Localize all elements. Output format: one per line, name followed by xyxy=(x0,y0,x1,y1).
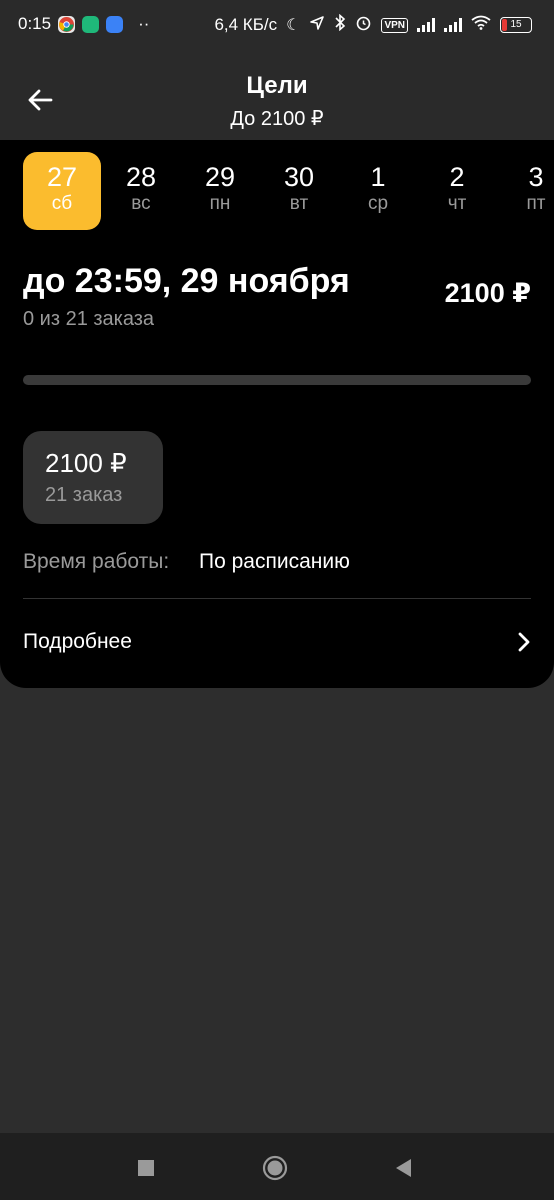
date-number: 3 xyxy=(528,162,544,192)
square-icon xyxy=(138,1160,154,1176)
triangle-back-icon xyxy=(396,1159,411,1177)
date-weekday: вт xyxy=(289,193,309,214)
date-number: 29 xyxy=(204,162,236,192)
divider xyxy=(23,598,531,599)
battery-icon: 15 xyxy=(500,17,532,33)
date-item-28[interactable]: 28 вс xyxy=(102,152,180,230)
signal-icon xyxy=(417,18,435,32)
date-item-1[interactable]: 1 ср xyxy=(339,152,417,230)
chevron-right-icon xyxy=(518,632,530,652)
date-number: 30 xyxy=(283,162,315,192)
network-speed: 6,4 КБ/с xyxy=(214,15,278,34)
alarm-icon xyxy=(355,14,372,36)
shield-blue-icon xyxy=(106,15,124,33)
date-weekday: сб xyxy=(51,193,73,214)
date-weekday: пт xyxy=(526,193,546,214)
goal-progress-bar xyxy=(23,375,531,385)
back-nav-button[interactable] xyxy=(388,1153,418,1183)
signal-icon-2 xyxy=(444,18,462,32)
date-item-27[interactable]: 27 сб xyxy=(23,152,101,230)
moon-icon: ☾ xyxy=(286,17,301,34)
date-number: 27 xyxy=(46,162,78,192)
date-selector: 27 сб 28 вс 29 пн 30 вт 1 ср 2 чт 3 пт xyxy=(0,140,554,240)
page-title: Цели xyxy=(246,72,308,99)
chrome-icon xyxy=(58,15,76,33)
vpn-badge: VPN xyxy=(381,17,408,33)
work-time-value: По расписанию xyxy=(199,550,350,573)
page-subtitle: До 2100 ₽ xyxy=(230,108,324,130)
location-arrow-icon xyxy=(309,15,325,36)
goal-amount: 2100 ₽ xyxy=(444,278,531,308)
goal-option-chip[interactable]: 2100 ₽ 21 заказ xyxy=(23,431,163,524)
date-weekday: ср xyxy=(367,193,389,214)
bluetooth-icon xyxy=(334,13,346,36)
system-nav-bar xyxy=(0,1133,554,1200)
date-item-30[interactable]: 30 вт xyxy=(260,152,338,230)
goal-deadline: до 23:59, 29 ноября xyxy=(23,262,350,300)
date-weekday: чт xyxy=(447,193,467,214)
chip-orders: 21 заказ xyxy=(45,484,123,506)
date-item-29[interactable]: 29 пн xyxy=(181,152,259,230)
status-time: 0:15 xyxy=(18,14,52,33)
more-notifications-icon: ·· xyxy=(138,14,150,33)
date-number: 28 xyxy=(125,162,157,192)
orders-progress-text: 0 из 21 заказа xyxy=(23,308,155,330)
wifi-icon xyxy=(471,15,491,35)
battery-level: 15 xyxy=(510,19,522,30)
home-button[interactable] xyxy=(260,1153,290,1183)
circle-icon xyxy=(262,1155,288,1181)
date-number: 2 xyxy=(449,162,465,192)
details-row[interactable]: Подробнее xyxy=(0,612,554,672)
date-weekday: пн xyxy=(209,193,231,214)
date-number: 1 xyxy=(370,162,386,192)
work-time-label: Время работы: xyxy=(23,550,170,573)
date-weekday: вс xyxy=(131,193,151,214)
date-item-2[interactable]: 2 чт xyxy=(418,152,496,230)
chip-amount: 2100 ₽ xyxy=(45,448,127,478)
details-label: Подробнее xyxy=(23,630,132,653)
status-bar: 0:15 ·· 6,4 КБ/с ☾ VPN 15 xyxy=(0,0,554,50)
date-item-3[interactable]: 3 пт xyxy=(497,152,554,230)
app-header: Цели До 2100 ₽ xyxy=(0,50,554,140)
recent-apps-button[interactable] xyxy=(131,1153,161,1183)
goal-card: до 23:59, 29 ноября 0 из 21 заказа 2100 … xyxy=(0,240,554,688)
shield-app-icon xyxy=(82,15,100,33)
